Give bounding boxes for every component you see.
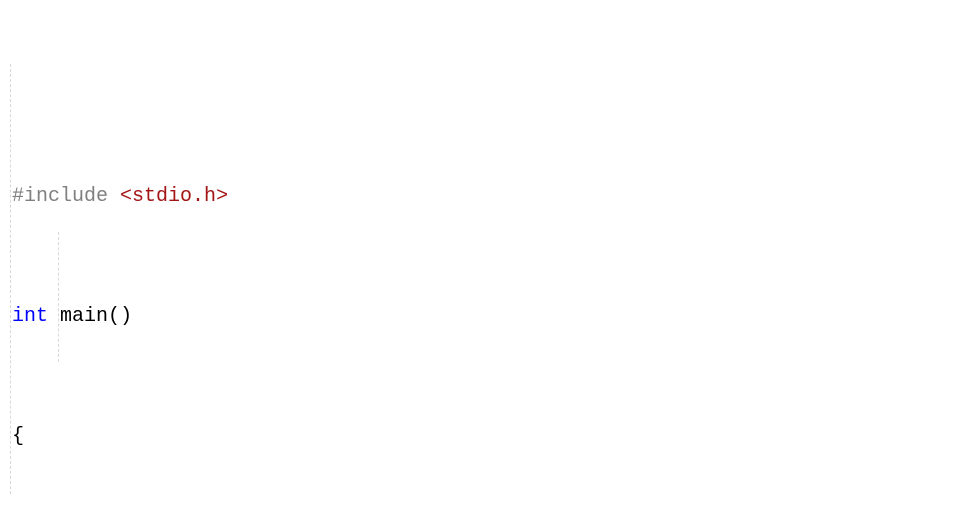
indent-guide (58, 232, 59, 362)
include-angle-close: > (216, 185, 228, 208)
brace-open: { (12, 425, 24, 448)
function-main: main (60, 305, 108, 328)
code-editor[interactable]: #include <stdio.h> int main() { int i = … (0, 0, 963, 512)
code-line: #include <stdio.h> (12, 182, 963, 212)
indent-guide (10, 64, 11, 494)
keyword-int: int (12, 305, 48, 328)
include-header: stdio.h (132, 185, 216, 208)
paren-close: ) (120, 305, 132, 328)
code-line: { (12, 422, 963, 452)
preproc-directive: #include (12, 185, 108, 208)
include-angle-open: < (120, 185, 132, 208)
code-line: int main() (12, 302, 963, 332)
paren-open: ( (108, 305, 120, 328)
